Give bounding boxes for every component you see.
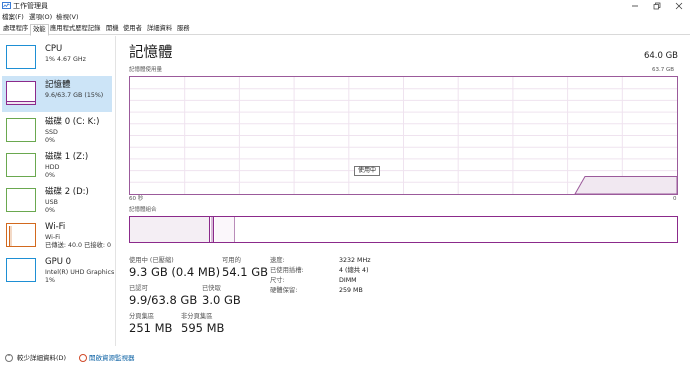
composition-label: 記憶體組合 [129, 207, 157, 213]
window-title: 工作管理員 [13, 2, 48, 10]
committed-label: 已認可 [129, 285, 148, 292]
page-title: 記憶體 [129, 45, 173, 61]
footer-bar: ˄ 較少詳細資料(D) 開啟資源監視器 [0, 349, 690, 367]
minimize-button[interactable] [624, 0, 646, 12]
restore-button[interactable] [646, 0, 668, 12]
x-axis-right-label: 0 [673, 196, 677, 202]
sidebar-item-detail: 9.6/63.7 GB (15%) [45, 92, 104, 99]
task-manager-icon [2, 2, 11, 9]
composition-in-use [130, 217, 210, 242]
available-label: 可用的 [222, 257, 241, 264]
composition-standby [215, 217, 235, 242]
sidebar-item-type: Intel(R) UHD Graphics [45, 269, 115, 276]
tab-processes[interactable]: 處理程序 [1, 24, 30, 35]
form-factor-value: DIMM [339, 277, 357, 284]
menu-file[interactable]: 檔案(F) [2, 12, 24, 23]
graph-max-label: 63.7 GB [652, 67, 675, 73]
slots-label: 已使用插槽: [270, 267, 304, 274]
disk-thumbnail [6, 118, 36, 142]
hardware-reserved-value: 259 MB [339, 287, 363, 294]
open-resource-monitor-link[interactable]: 開啟資源監視器 [89, 349, 135, 367]
sidebar-item-detail: 1% 4.67 GHz [45, 56, 86, 63]
form-factor-label: 尺寸: [270, 277, 285, 284]
sidebar-item-memory[interactable]: 記憶體 9.6/63.7 GB (15%) [2, 76, 112, 112]
sidebar-item-type: Wi-Fi [45, 234, 61, 241]
cached-value: 3.0 GB [202, 293, 241, 307]
tab-details[interactable]: 詳細資料 [145, 24, 174, 35]
sidebar-item-detail: 1% [45, 277, 55, 284]
memory-thumbnail [6, 81, 36, 105]
sidebar-item-label: Wi-Fi [45, 222, 66, 232]
sidebar-item-cpu[interactable]: CPU 1% 4.67 GHz [2, 40, 112, 76]
speed-label: 速度: [270, 257, 285, 264]
in-use-value: 9.3 GB (0.4 MB) [129, 265, 221, 279]
paged-pool-value: 251 MB [129, 321, 173, 335]
restore-icon [653, 2, 661, 10]
memory-composition-bar [129, 216, 678, 243]
tab-performance[interactable]: 效能 [30, 24, 49, 36]
paged-pool-label: 分頁集區 [129, 313, 155, 320]
composition-modified [211, 217, 214, 242]
sidebar-item-label: 磁碟 2 (D:) [45, 187, 89, 197]
sidebar-item-disk-1[interactable]: 磁碟 1 (Z:) HDD 0% [2, 148, 112, 184]
close-button[interactable] [668, 0, 690, 12]
resource-monitor-icon [79, 354, 87, 362]
menu-view[interactable]: 檢視(V) [56, 12, 79, 23]
gpu-thumbnail [6, 258, 36, 282]
x-axis-left-label: 60 秒 [129, 196, 144, 202]
tab-services[interactable]: 服務 [175, 24, 192, 35]
committed-value: 9.9/63.8 GB [129, 293, 198, 307]
title-bar: 工作管理員 [0, 0, 690, 12]
sidebar-item-label: GPU 0 [45, 257, 72, 267]
sidebar-item-type: USB [45, 199, 58, 206]
hardware-reserved-label: 硬體保留: [270, 287, 298, 294]
memory-usage-graph [129, 76, 678, 195]
sidebar-item-detail: 0% [45, 207, 55, 214]
wifi-thumbnail [6, 223, 36, 247]
sidebar-item-detail: 0% [45, 172, 55, 179]
sidebar-item-disk-0[interactable]: 磁碟 0 (C: K:) SSD 0% [2, 113, 112, 149]
nonpaged-pool-label: 非分頁集區 [181, 313, 213, 320]
sidebar-item-detail: 已傳送: 40.0 已接收: 0 [45, 242, 112, 249]
disk-thumbnail [6, 188, 36, 212]
sidebar-item-disk-2[interactable]: 磁碟 2 (D:) USB 0% [2, 183, 112, 219]
chevron-up-icon[interactable]: ˄ [5, 354, 13, 362]
cached-label: 已快取 [202, 285, 221, 292]
menu-options[interactable]: 選項(O) [29, 12, 52, 23]
sidebar-item-detail: 0% [45, 137, 55, 144]
minimize-icon [632, 5, 638, 7]
cpu-thumbnail [6, 45, 36, 69]
fewer-details-link[interactable]: 較少詳細資料(D) [17, 349, 66, 367]
graph-label: 記憶體使用量 [129, 67, 163, 73]
sidebar-item-type: HDD [45, 164, 60, 171]
sidebar-item-label: 磁碟 1 (Z:) [45, 152, 89, 162]
total-memory: 64.0 GB [643, 51, 678, 61]
tab-startup[interactable]: 開機 [104, 24, 121, 35]
resource-sidebar: CPU 1% 4.67 GHz 記憶體 9.6/63.7 GB (15%) 磁碟… [0, 36, 116, 346]
sidebar-item-label: 記憶體 [45, 80, 71, 90]
tab-bar: 處理程序 效能 應用程式歷程記錄 開機 使用者 詳細資料 服務 [0, 23, 690, 36]
in-use-tooltip: 使用中 [354, 166, 381, 176]
sidebar-item-wifi[interactable]: Wi-Fi Wi-Fi 已傳送: 40.0 已接收: 0 [2, 218, 112, 254]
memory-usage-area [574, 176, 677, 194]
tab-users[interactable]: 使用者 [121, 24, 144, 35]
disk-thumbnail [6, 153, 36, 177]
sidebar-item-label: CPU [45, 44, 63, 54]
available-value: 54.1 GB [222, 265, 269, 279]
task-manager-window: { "window": { "title": "工作管理員" }, "menu"… [0, 0, 690, 372]
sidebar-item-label: 磁碟 0 (C: K:) [45, 117, 100, 127]
graph-grid [130, 77, 677, 194]
in-use-label: 使用中 (已壓縮) [129, 257, 174, 264]
nonpaged-pool-value: 595 MB [181, 321, 225, 335]
sidebar-item-gpu[interactable]: GPU 0 Intel(R) UHD Graphics 1% [2, 253, 115, 289]
tab-app-history[interactable]: 應用程式歷程記錄 [48, 24, 102, 35]
sidebar-item-type: SSD [45, 129, 58, 136]
slots-value: 4 (總共 4) [339, 267, 369, 274]
menu-bar: 檔案(F) 選項(O) 檢視(V) [0, 12, 690, 23]
close-icon [675, 2, 683, 10]
speed-value: 3232 MHz [339, 257, 371, 264]
